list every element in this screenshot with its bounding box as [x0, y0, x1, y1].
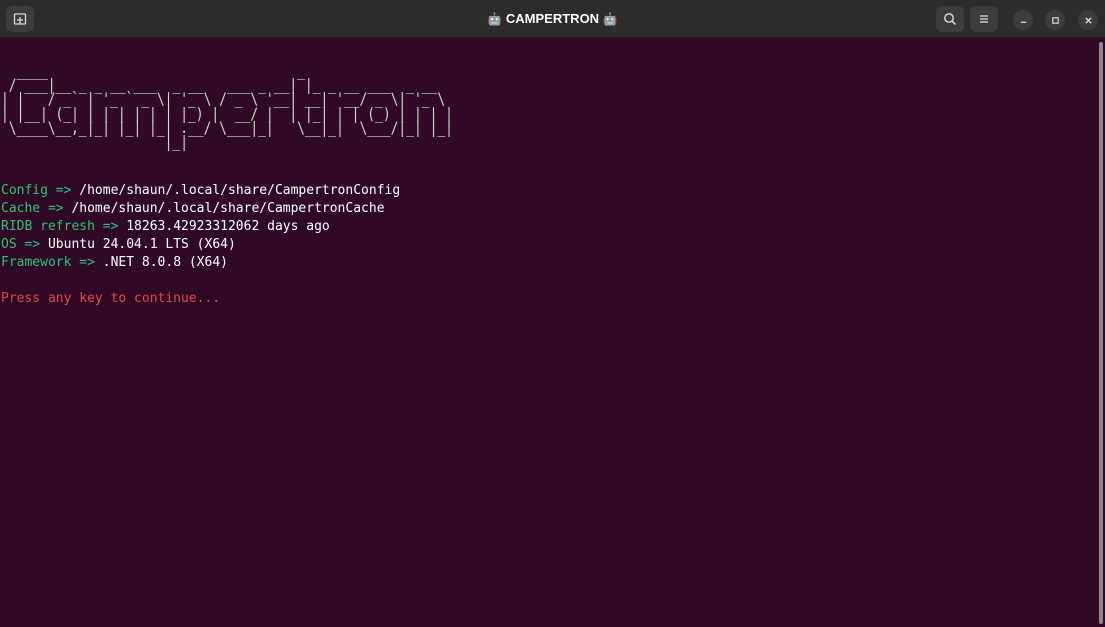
- minimize-button[interactable]: [1013, 10, 1033, 30]
- info-line-os: OS => Ubuntu 24.04.1 LTS (X64): [1, 236, 400, 254]
- title-bar: 🤖 CAMPERTRON 🤖: [0, 0, 1105, 38]
- maximize-button[interactable]: [1045, 10, 1065, 30]
- info-value: 18263.42923312062 days ago: [118, 219, 330, 234]
- ascii-art-banner: ____ _ / ___|__ _ _ __ ___ _ __ ___ _ __…: [1, 62, 453, 152]
- new-tab-button[interactable]: [6, 6, 34, 32]
- info-line-framework: Framework => .NET 8.0.8 (X64): [1, 254, 400, 272]
- terminal-output[interactable]: ____ _ / ___|__ _ _ __ ___ _ __ ___ _ __…: [0, 38, 1098, 627]
- info-lines: Config => /home/shaun/.local/share/Campe…: [1, 182, 400, 308]
- continue-prompt: Press any key to continue...: [1, 291, 221, 306]
- window-title-text: CAMPERTRON: [505, 11, 600, 26]
- minimize-icon: [1020, 21, 1026, 23]
- close-button[interactable]: [1078, 10, 1098, 30]
- info-value: Ubuntu 24.04.1 LTS (X64): [40, 237, 236, 252]
- terminal-window: 🤖 CAMPERTRON 🤖 ____ _ / ___|__ _ _ __ __…: [0, 0, 1105, 627]
- info-key: Config =>: [1, 183, 72, 198]
- info-key: Cache =>: [1, 201, 64, 216]
- info-key: OS =>: [1, 237, 41, 252]
- new-tab-icon: [13, 13, 27, 25]
- robot-icon: 🤖: [602, 12, 618, 26]
- info-value: /home/shaun/.local/share/CampertronConfi…: [71, 183, 401, 198]
- maximize-icon: [1051, 16, 1059, 24]
- info-value: /home/shaun/.local/share/CampertronCache: [63, 201, 385, 216]
- info-line-ridb-refresh: RIDB refresh => 18263.42923312062 days a…: [1, 218, 400, 236]
- info-line-config: Config => /home/shaun/.local/share/Campe…: [1, 182, 400, 200]
- robot-icon: 🤖: [487, 12, 503, 26]
- close-icon: [1084, 16, 1092, 24]
- hamburger-menu-icon: [980, 15, 988, 23]
- info-line-cache: Cache => /home/shaun/.local/share/Camper…: [1, 200, 400, 218]
- info-value: .NET 8.0.8 (X64): [94, 255, 228, 270]
- search-button[interactable]: [936, 6, 964, 32]
- search-icon: [944, 13, 957, 26]
- scrollbar[interactable]: [1099, 42, 1103, 624]
- info-key: Framework =>: [1, 255, 95, 270]
- menu-button[interactable]: [970, 6, 998, 32]
- info-key: RIDB refresh =>: [1, 219, 119, 234]
